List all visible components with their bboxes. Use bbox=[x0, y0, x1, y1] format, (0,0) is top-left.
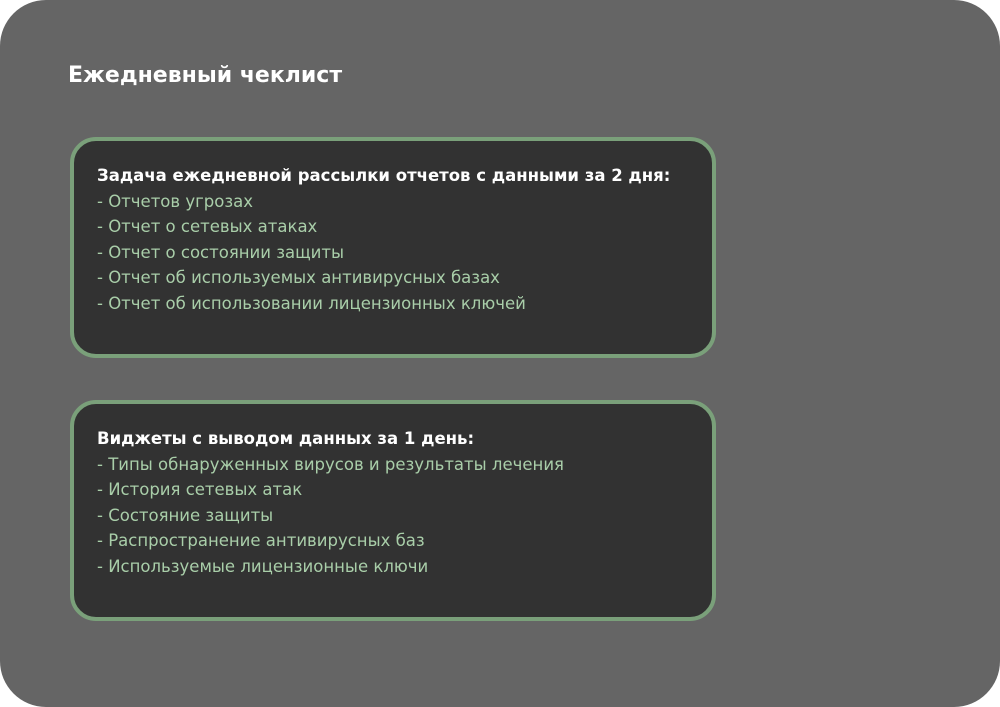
checklist-slide: Ежедневный чеклист Задача ежедневной рас… bbox=[0, 0, 1000, 707]
list-item: - Отчет об использовании лицензионных кл… bbox=[97, 293, 526, 313]
list-item: - Типы обнаруженных вирусов и результаты… bbox=[97, 454, 564, 474]
widgets-card-heading: Виджеты с выводом данных за 1 день: bbox=[97, 429, 475, 448]
list-item: - Отчет об используемых антивирусных баз… bbox=[97, 268, 500, 287]
list-item: - История сетевых атак bbox=[97, 480, 303, 499]
reports-list: - Отчетов угрозах - Отчет о сетевых атак… bbox=[97, 189, 712, 317]
reports-card-heading: Задача ежедневной рассылки отчетов с дан… bbox=[97, 166, 671, 185]
list-item: - Распространение антивирусных баз bbox=[97, 531, 425, 550]
reports-card: Задача ежедневной рассылки отчетов с дан… bbox=[70, 137, 716, 358]
list-item: - Отчет о сетевых атаках bbox=[97, 217, 318, 236]
widgets-list: - Типы обнаруженных вирусов и результаты… bbox=[97, 452, 712, 580]
page-title: Ежедневный чеклист bbox=[68, 63, 343, 88]
list-item: - Состояние защиты bbox=[97, 505, 274, 525]
widgets-card: Виджеты с выводом данных за 1 день: - Ти… bbox=[70, 400, 716, 621]
list-item: - Используемые лицензионные ключи bbox=[97, 556, 429, 576]
list-item: - Отчетов угрозах bbox=[97, 191, 254, 211]
list-item: - Отчет о состоянии защиты bbox=[97, 242, 345, 262]
